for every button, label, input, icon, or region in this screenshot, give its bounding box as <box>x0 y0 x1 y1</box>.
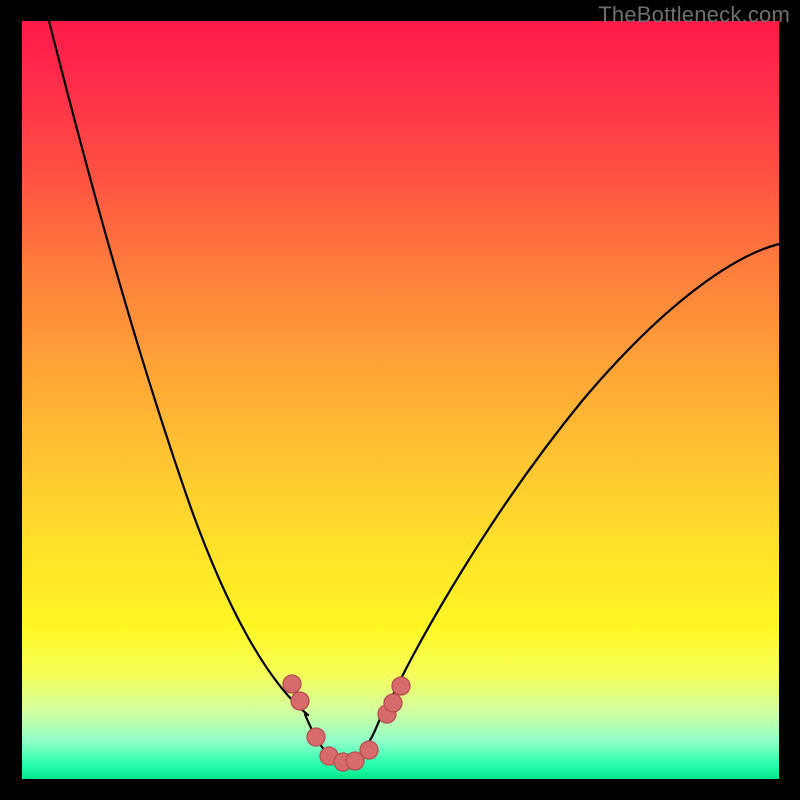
marker-dot <box>360 741 378 759</box>
marker-dot <box>283 675 301 693</box>
marker-dot <box>307 728 325 746</box>
right-branch-curve <box>383 244 779 716</box>
curve-layer <box>22 21 779 779</box>
left-branch-curve <box>49 21 308 715</box>
marker-dot <box>291 692 309 710</box>
marker-dot <box>384 694 402 712</box>
chart-frame: TheBottleneck.com <box>0 0 800 800</box>
marker-dot <box>392 677 410 695</box>
watermark-text: TheBottleneck.com <box>598 2 790 28</box>
marker-group <box>283 675 410 771</box>
